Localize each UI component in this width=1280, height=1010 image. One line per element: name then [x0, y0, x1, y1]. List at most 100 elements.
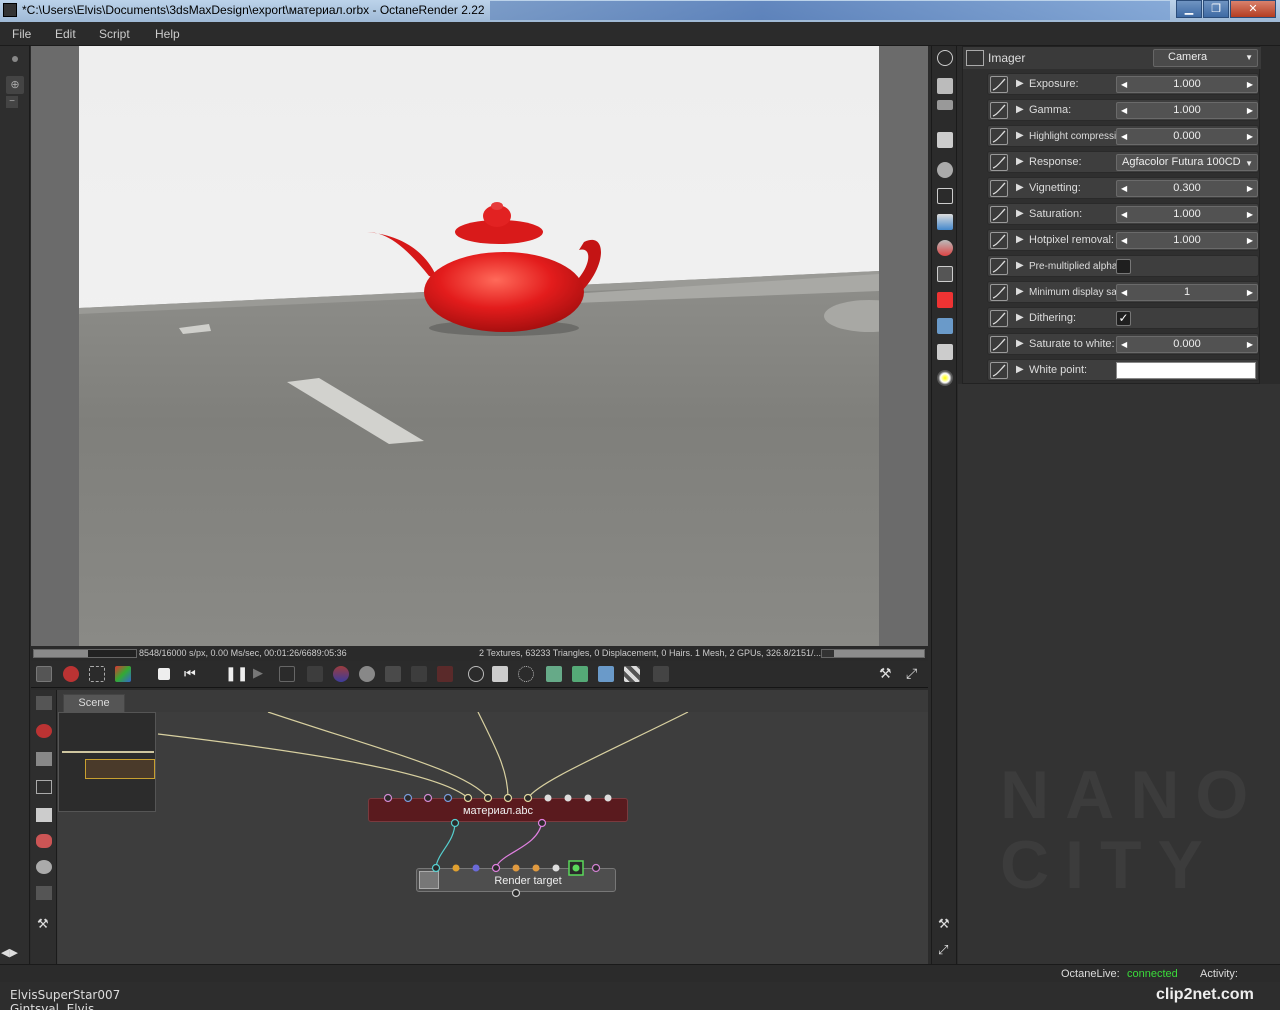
clay-mode-icon[interactable]: [63, 666, 79, 682]
material-picker-icon[interactable]: [411, 666, 427, 682]
zoom-icon[interactable]: ⊕: [6, 76, 24, 94]
zoom-view-icon[interactable]: [468, 666, 484, 682]
cube-icon[interactable]: [115, 666, 131, 682]
wrench-icon[interactable]: ⚒: [879, 665, 892, 682]
value-slider[interactable]: ◀ 0.000 ▶: [1116, 128, 1258, 145]
fit-icon[interactable]: [36, 780, 52, 794]
decrement-arrow-icon[interactable]: ◀: [1121, 337, 1127, 352]
curve-icon[interactable]: [990, 102, 1008, 119]
value-slider[interactable]: ◀ 1.000 ▶: [1116, 232, 1258, 249]
white-balance-icon[interactable]: [385, 666, 401, 682]
camera-select[interactable]: Camera ▼: [1153, 49, 1258, 67]
curve-icon[interactable]: [990, 128, 1008, 145]
expand-arrow-icon[interactable]: ▶: [1016, 130, 1024, 141]
expand-arrow-icon[interactable]: ▶: [1016, 78, 1024, 89]
stack-icon[interactable]: [937, 78, 953, 94]
camera-node-icon[interactable]: [36, 886, 52, 900]
increment-arrow-icon[interactable]: ▶: [1247, 103, 1253, 118]
copy-icon[interactable]: [546, 666, 562, 682]
menu-edit[interactable]: Edit: [55, 27, 76, 41]
value-slider[interactable]: ◀ 0.000 ▶: [1116, 336, 1258, 353]
checkbox[interactable]: ✓: [1116, 311, 1131, 326]
paint-icon[interactable]: [36, 834, 52, 848]
curve-icon[interactable]: [990, 336, 1008, 353]
increment-arrow-icon[interactable]: ▶: [1247, 233, 1253, 248]
curve-icon[interactable]: [990, 284, 1008, 301]
increment-arrow-icon[interactable]: ▶: [1247, 337, 1253, 352]
collapse-icon[interactable]: −: [6, 96, 18, 108]
value-slider[interactable]: ◀ 1.000 ▶: [1116, 206, 1258, 223]
camera-icon[interactable]: [937, 50, 953, 66]
play-icon[interactable]: ▶: [253, 665, 263, 681]
material-icon[interactable]: [937, 292, 953, 308]
curve-icon[interactable]: [990, 232, 1008, 249]
viewport-lock-icon[interactable]: [492, 666, 508, 682]
grid-icon[interactable]: [36, 752, 52, 766]
environment-icon[interactable]: [937, 214, 953, 230]
material-node-icon[interactable]: [36, 724, 52, 738]
expand-arrow-icon[interactable]: ▶: [1016, 104, 1024, 115]
expand-arrow-icon[interactable]: ▶: [1016, 234, 1024, 245]
close-button[interactable]: ✕: [1230, 0, 1276, 18]
increment-arrow-icon[interactable]: ▶: [1247, 129, 1253, 144]
expand-arrow-icon[interactable]: ▶: [1016, 286, 1024, 297]
expand-arrow-icon[interactable]: ▶: [1016, 364, 1024, 375]
increment-arrow-icon[interactable]: ▶: [1247, 207, 1253, 222]
image-icon[interactable]: [937, 344, 953, 360]
increment-arrow-icon[interactable]: ▶: [1247, 77, 1253, 92]
light-icon[interactable]: [937, 370, 953, 386]
menu-script[interactable]: Script: [99, 27, 130, 41]
imager-panel-icon[interactable]: [937, 132, 953, 148]
curve-icon[interactable]: [990, 362, 1008, 379]
focus-icon[interactable]: [359, 666, 375, 682]
aperture-icon[interactable]: [307, 666, 323, 682]
expand-arrow-icon[interactable]: ▶: [1016, 312, 1024, 323]
object-picker-icon[interactable]: [437, 666, 453, 682]
stop-icon[interactable]: [158, 668, 170, 680]
import-icon[interactable]: [572, 666, 588, 682]
sphere-icon[interactable]: [36, 860, 52, 874]
value-slider[interactable]: ◀ 0.300 ▶: [1116, 180, 1258, 197]
checkbox[interactable]: [1116, 259, 1131, 274]
save-render-icon[interactable]: [36, 666, 52, 682]
node-canvas[interactable]: материал.abc Render target: [58, 712, 928, 964]
curve-icon[interactable]: [990, 180, 1008, 197]
expand-arrow-icon[interactable]: ▶: [1016, 156, 1024, 167]
curve-icon[interactable]: [990, 258, 1008, 275]
value-slider[interactable]: ◀ 1.000 ▶: [1116, 102, 1258, 119]
response-select[interactable]: Agfacolor Futura 100CD ▼: [1116, 154, 1258, 171]
image-node-icon[interactable]: [36, 808, 52, 822]
expand-arrow-icon[interactable]: ▶: [1016, 208, 1024, 219]
decrement-arrow-icon[interactable]: ◀: [1121, 207, 1127, 222]
curve-icon[interactable]: [990, 310, 1008, 327]
loading-icon[interactable]: [518, 666, 534, 682]
right-wrench-icon[interactable]: ⚒: [938, 916, 950, 932]
curve-icon[interactable]: [990, 206, 1008, 223]
color-picker-icon[interactable]: [333, 666, 349, 682]
layers-panel-icon[interactable]: [937, 100, 953, 110]
minimize-button[interactable]: ▁: [1176, 0, 1202, 18]
expand-arrow-icon[interactable]: ▶: [1016, 260, 1024, 271]
expand-arrow-icon[interactable]: ▶: [1016, 182, 1024, 193]
render-viewport[interactable]: [31, 46, 928, 646]
nodes-icon[interactable]: [36, 696, 52, 710]
increment-arrow-icon[interactable]: ▶: [1247, 181, 1253, 196]
camera-settings-icon[interactable]: [937, 162, 953, 178]
increment-arrow-icon[interactable]: ▶: [1247, 285, 1253, 300]
curve-icon[interactable]: [990, 76, 1008, 93]
menu-file[interactable]: File: [12, 27, 31, 41]
curve-icon[interactable]: [990, 154, 1008, 171]
pin-icon[interactable]: [12, 56, 18, 62]
geometry-icon[interactable]: [937, 318, 953, 334]
decrement-arrow-icon[interactable]: ◀: [1121, 77, 1127, 92]
fullscreen-icon[interactable]: ⤢: [906, 665, 917, 682]
monitor-icon[interactable]: [937, 188, 953, 204]
expand-arrow-icon[interactable]: ▶: [1016, 338, 1024, 349]
displacement-icon[interactable]: [937, 266, 953, 282]
value-slider[interactable]: ◀ 1.000 ▶: [1116, 76, 1258, 93]
value-slider[interactable]: ◀ 1 ▶: [1116, 284, 1258, 301]
region-icon[interactable]: [89, 666, 105, 682]
lock-icon[interactable]: [653, 666, 669, 682]
right-fullscreen-icon[interactable]: ⤢: [938, 942, 948, 958]
settings-wrench-icon[interactable]: ⚒: [37, 916, 49, 932]
